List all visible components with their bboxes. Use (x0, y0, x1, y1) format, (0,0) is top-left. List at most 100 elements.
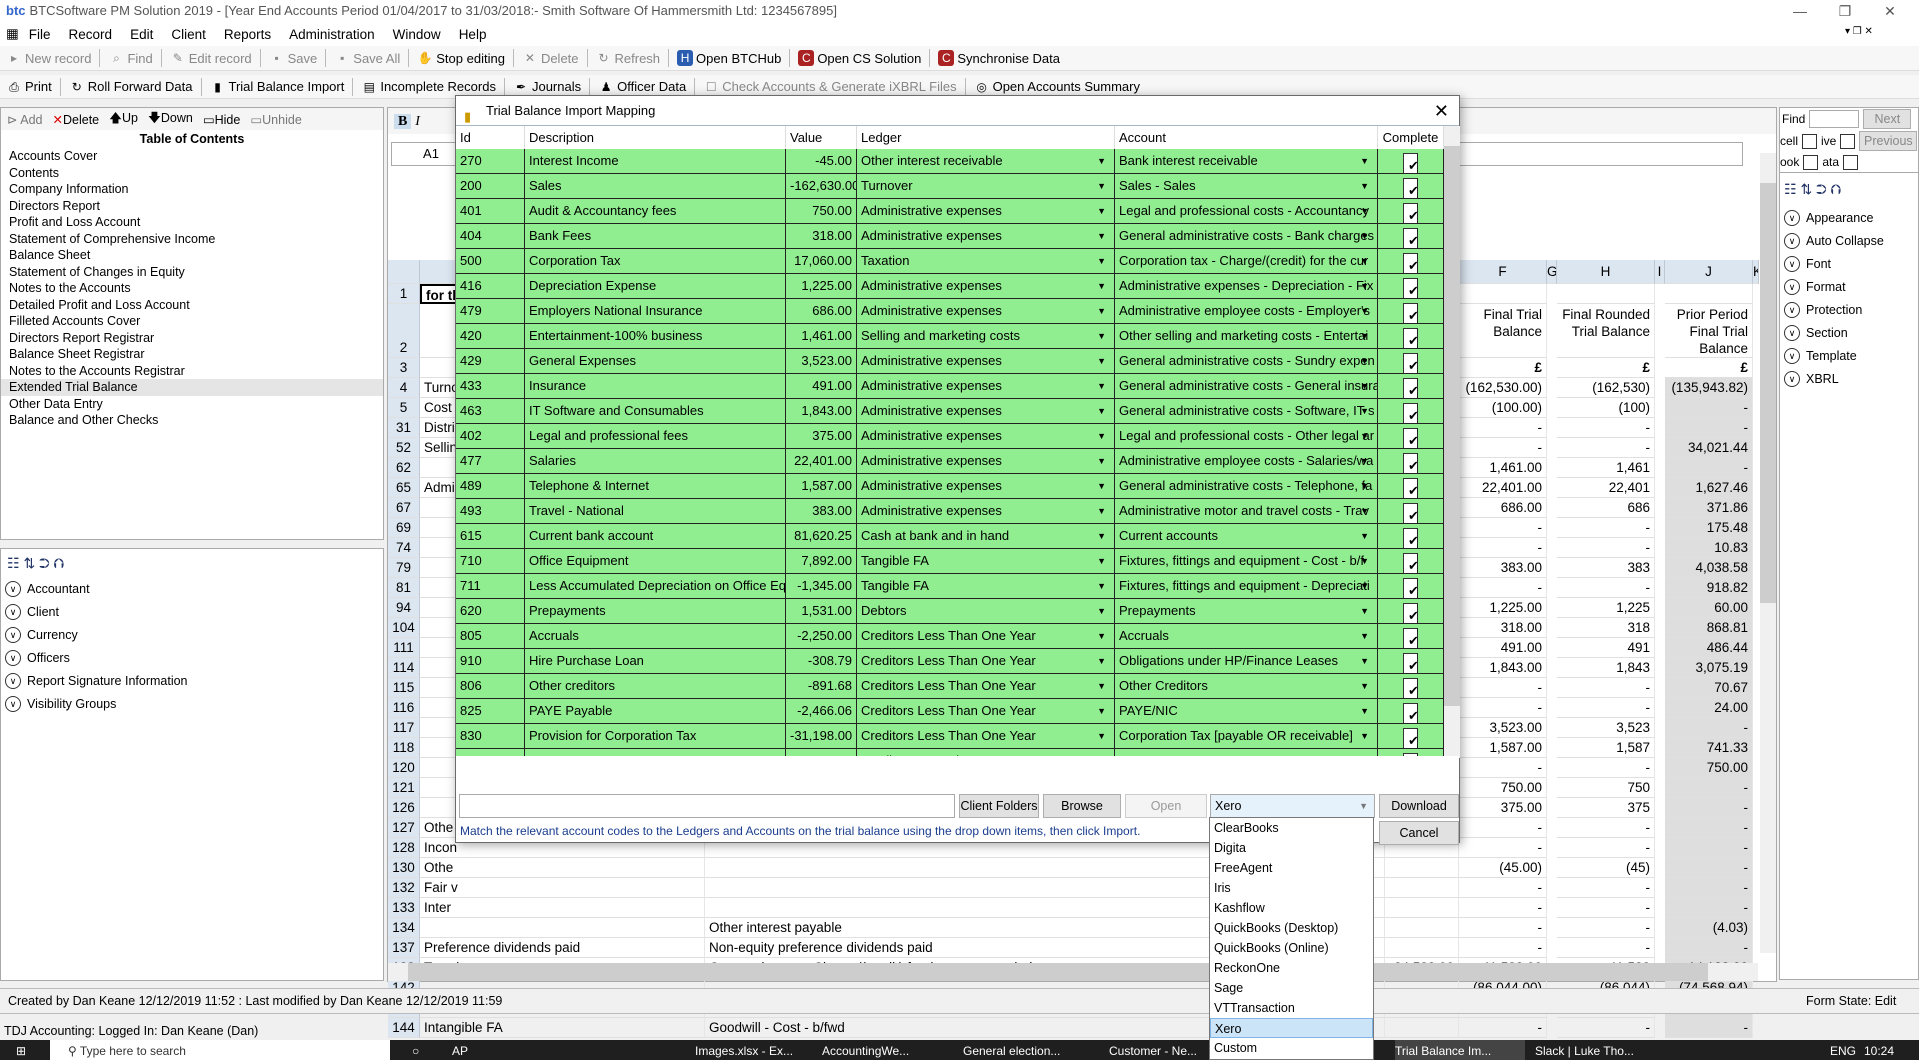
source-option[interactable]: VTTransaction (1210, 998, 1373, 1018)
column-header[interactable]: Account (1115, 126, 1378, 149)
open-cs-solution-button[interactable]: C Open CS Solution (798, 50, 921, 66)
close-button[interactable]: ✕ (1870, 0, 1910, 22)
property-group[interactable]: ∨ Appearance (1780, 206, 1918, 229)
toc-item[interactable]: Company Information (1, 181, 383, 198)
menu-client[interactable]: Client (171, 27, 206, 42)
taskbar-app[interactable]: AP (452, 1040, 572, 1060)
toc-item[interactable]: Notes to the Accounts (1, 280, 383, 297)
property-group[interactable]: ∨ XBRL (1780, 367, 1918, 390)
open-button[interactable]: Open (1125, 794, 1207, 818)
source-option[interactable]: QuickBooks (Desktop) (1210, 918, 1373, 938)
complete-checkbox[interactable]: ✔ (1403, 303, 1418, 323)
toc-item[interactable]: Extended Trial Balance (1, 379, 383, 396)
source-option[interactable]: FreeAgent (1210, 858, 1373, 878)
property-group[interactable]: ∨ Officers (1, 646, 383, 669)
open-accounts-summary-button[interactable]: ◎ Open Accounts Summary (974, 79, 1140, 95)
complete-checkbox[interactable]: ✔ (1403, 253, 1418, 273)
ledger-select[interactable]: Creditors Less Than One Year (857, 649, 1115, 673)
ledger-select[interactable]: Administrative expenses (857, 424, 1115, 448)
trial-balance-import-button[interactable]: ▮ Trial Balance Import (210, 79, 344, 95)
account-select[interactable]: Legal and professional costs - Accountan… (1115, 199, 1378, 223)
property-group[interactable]: ∨ Protection (1780, 298, 1918, 321)
complete-checkbox[interactable]: ✔ (1403, 178, 1418, 198)
toc-item[interactable]: Accounts Cover (1, 148, 383, 165)
ledger-select[interactable]: Creditors Less Than One Year (857, 674, 1115, 698)
complete-checkbox[interactable]: ✔ (1403, 203, 1418, 223)
ledger-select[interactable]: Administrative expenses (857, 449, 1115, 473)
menu-administration[interactable]: Administration (289, 27, 375, 42)
find-option-checkbox[interactable] (1840, 133, 1856, 149)
minimize-button[interactable]: — (1780, 0, 1820, 22)
synchronise-data-button[interactable]: C Synchronise Data (938, 50, 1060, 66)
source-select[interactable]: Xero ▼ (1210, 794, 1375, 818)
account-select[interactable]: General administrative costs - Bank char… (1115, 224, 1378, 248)
toc-item[interactable]: Profit and Loss Account (1, 214, 383, 231)
complete-checkbox[interactable]: ✔ (1403, 528, 1418, 548)
account-select[interactable]: PAYE/NIC (1115, 699, 1378, 723)
account-select[interactable]: Accruals (1115, 624, 1378, 648)
complete-checkbox[interactable]: ✔ (1403, 328, 1418, 348)
ledger-select[interactable]: Administrative expenses (857, 299, 1115, 323)
ledger-select[interactable]: Tangible FA (857, 574, 1115, 598)
complete-checkbox[interactable]: ✔ (1403, 653, 1418, 673)
cortana-icon[interactable]: ○ (412, 1040, 419, 1060)
cancel-button[interactable]: Cancel (1379, 821, 1459, 845)
property-group[interactable]: ∨ Section (1780, 321, 1918, 344)
file-path-input[interactable] (459, 794, 955, 818)
source-option[interactable]: Sage (1210, 978, 1373, 998)
ledger-select[interactable]: Administrative expenses (857, 199, 1115, 223)
mdi-controls[interactable]: ▾ ❐ ✕ (1845, 26, 1873, 37)
complete-checkbox[interactable]: ✔ (1403, 628, 1418, 648)
ledger-select[interactable]: Administrative expenses (857, 349, 1115, 373)
account-select[interactable]: Administrative expenses - Depreciation -… (1115, 274, 1378, 298)
officer-data-button[interactable]: ♟ Officer Data (598, 79, 687, 95)
roll-forward-data-button[interactable]: ↻ Roll Forward Data (69, 79, 193, 95)
ledger-select[interactable]: Creditors Less Than One Year (857, 624, 1115, 648)
down-button[interactable]: 🡇Down (148, 109, 193, 130)
save-button[interactable]: ▪ Save (269, 50, 318, 66)
ledger-select[interactable]: Creditors Less Than One Year (857, 699, 1115, 723)
complete-checkbox[interactable]: ✔ (1403, 703, 1418, 723)
dialog-close-button[interactable]: ✕ (1434, 96, 1449, 126)
toc-item[interactable]: Statement of Changes in Equity (1, 264, 383, 281)
ledger-select[interactable]: Administrative expenses (857, 399, 1115, 423)
ledger-select[interactable]: Selling and marketing costs (857, 324, 1115, 348)
complete-checkbox[interactable]: ✔ (1403, 603, 1418, 623)
italic-button[interactable]: I (415, 114, 420, 129)
stop-editing-button[interactable]: ✋ Stop editing (417, 50, 505, 66)
grid-scrollbar[interactable] (1444, 126, 1460, 758)
complete-checkbox[interactable]: ✔ (1403, 403, 1418, 423)
ledger-select[interactable]: Creditors Less Than One Year (857, 724, 1115, 748)
complete-checkbox[interactable]: ✔ (1403, 553, 1418, 573)
account-select[interactable]: Corporation tax - Charge/(credit) for th… (1115, 249, 1378, 273)
delete-button[interactable]: ✕Delete (522, 50, 579, 66)
property-group[interactable]: ∨ Template (1780, 344, 1918, 367)
complete-checkbox[interactable]: ✔ (1403, 153, 1418, 173)
toc-item[interactable]: Balance and Other Checks (1, 412, 383, 429)
toc-item[interactable]: Filleted Accounts Cover (1, 313, 383, 330)
edit-record-button[interactable]: ✎ Edit record (170, 50, 252, 66)
unhide-button[interactable]: ▭Unhide (250, 112, 301, 127)
find-input[interactable] (1809, 110, 1860, 128)
taskbar-search[interactable]: ⚲ Type here to search (50, 1040, 390, 1060)
ledger-select[interactable]: Other interest receivable (857, 149, 1115, 173)
horizontal-scrollbar[interactable] (388, 963, 1758, 981)
toc-item[interactable]: Statement of Comprehensive Income (1, 231, 383, 248)
complete-checkbox[interactable]: ✔ (1403, 578, 1418, 598)
account-select[interactable]: General administrative costs - Telephone… (1115, 474, 1378, 498)
toc-item[interactable]: Notes to the Accounts Registrar (1, 363, 383, 380)
taskbar-app[interactable]: General election... (963, 1040, 1083, 1060)
find-option-checkbox[interactable] (1803, 154, 1819, 170)
download-button[interactable]: Download (1379, 794, 1459, 818)
account-select[interactable]: Corporation Tax [payable OR receivable] (1115, 724, 1378, 748)
save-all-button[interactable]: ▪ Save All (334, 50, 400, 66)
property-group[interactable]: ∨ Currency (1, 623, 383, 646)
new-record-button[interactable]: ▸ New record (6, 50, 91, 66)
toc-item[interactable]: Other Data Entry (1, 396, 383, 413)
account-select[interactable]: Administrative employee costs - Salaries… (1115, 449, 1378, 473)
ledger-select[interactable]: Turnover (857, 174, 1115, 198)
property-group[interactable]: ∨ Format (1780, 275, 1918, 298)
column-header[interactable]: Description (525, 126, 786, 149)
ledger-select[interactable]: Administrative expenses (857, 374, 1115, 398)
complete-checkbox[interactable]: ✔ (1403, 378, 1418, 398)
